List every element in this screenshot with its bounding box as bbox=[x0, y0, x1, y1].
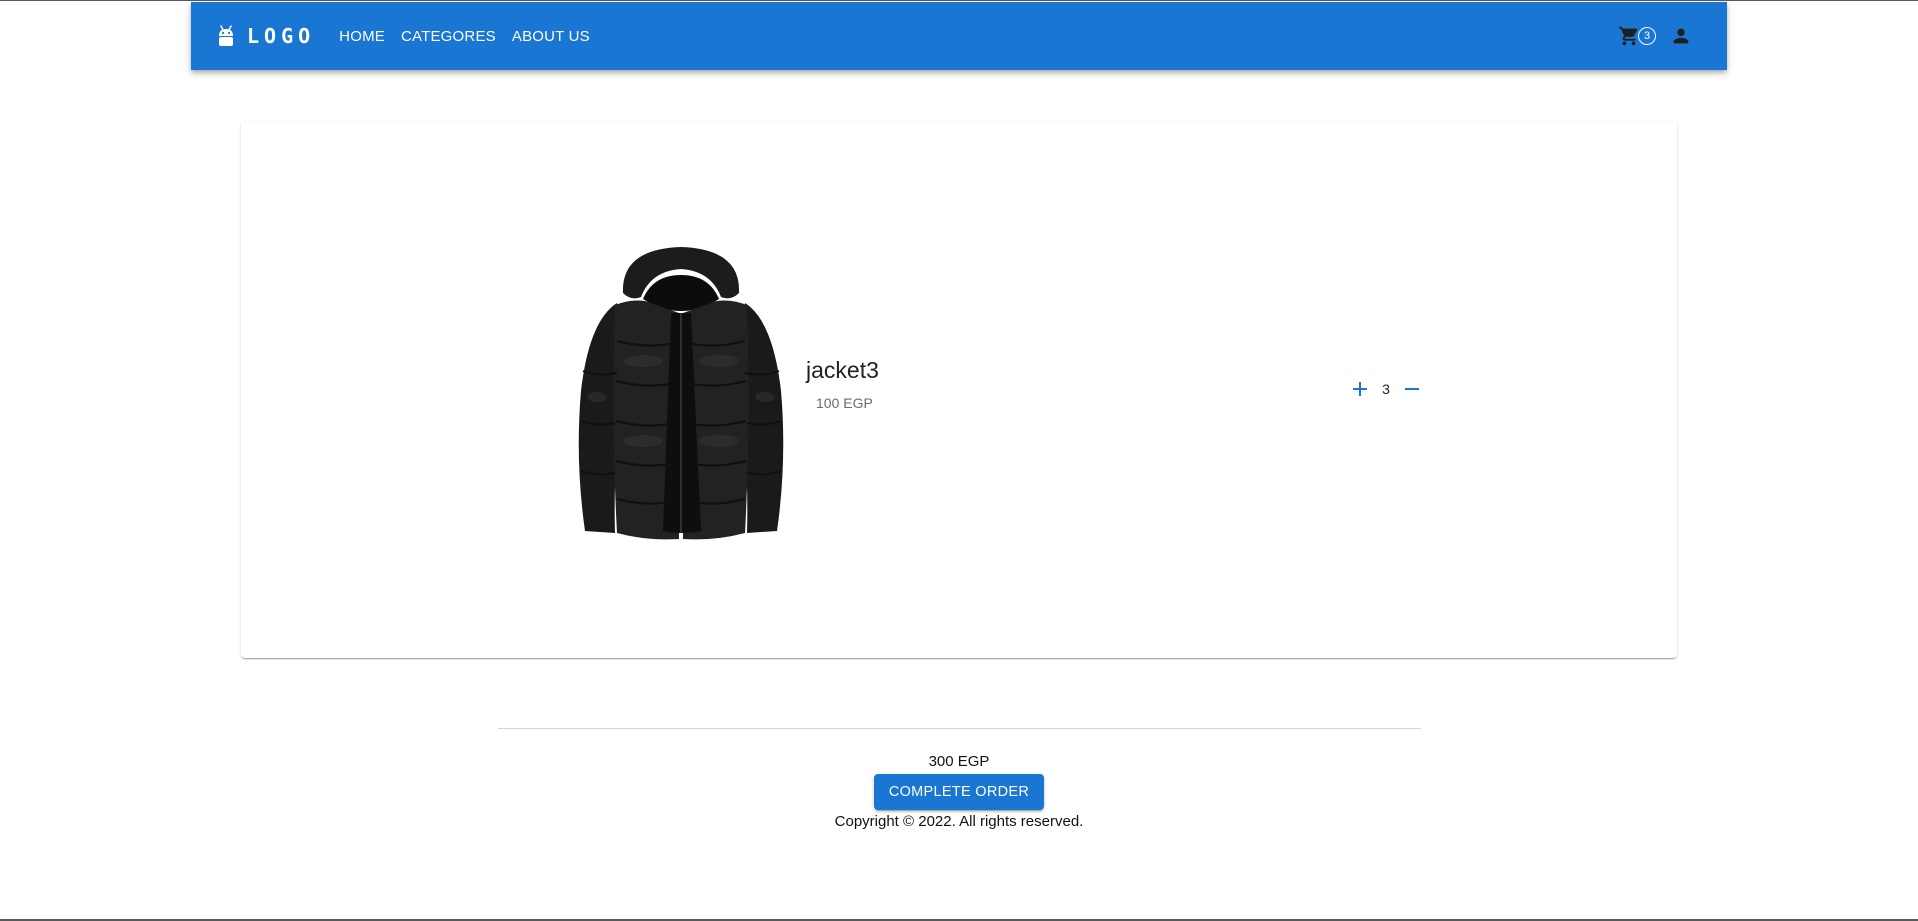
nav-home[interactable]: HOME bbox=[331, 22, 393, 51]
android-icon bbox=[217, 25, 235, 47]
copyright: Copyright © 2022. All rights reserved. bbox=[834, 813, 1084, 830]
logo-text: LOGO bbox=[247, 24, 316, 48]
page: LOGO HOME CATEGORES ABOUT US 3 jacket3 1… bbox=[0, 0, 1918, 921]
product-price: 100 EGP bbox=[816, 395, 873, 411]
quantity-stepper: 3 bbox=[1348, 377, 1424, 401]
product-name: jacket3 bbox=[806, 357, 879, 383]
cart-button[interactable]: 3 bbox=[1618, 25, 1656, 47]
main-nav: HOME CATEGORES ABOUT US bbox=[331, 22, 598, 51]
minus-icon[interactable] bbox=[1400, 377, 1424, 401]
order-total: 300 EGP bbox=[928, 753, 990, 770]
divider bbox=[498, 728, 1421, 729]
quantity-value: 3 bbox=[1382, 381, 1390, 397]
plus-icon[interactable] bbox=[1348, 377, 1372, 401]
nav-categories[interactable]: CATEGORES bbox=[393, 22, 504, 51]
cart-item-card: jacket3 100 EGP 3 bbox=[241, 121, 1677, 658]
nav-about-us[interactable]: ABOUT US bbox=[504, 22, 598, 51]
app-bar: LOGO HOME CATEGORES ABOUT US 3 bbox=[191, 2, 1727, 70]
app-bar-actions: 3 bbox=[1618, 25, 1692, 47]
person-icon[interactable] bbox=[1670, 25, 1692, 47]
cart-count-badge: 3 bbox=[1638, 27, 1656, 45]
complete-order-button[interactable]: COMPLETE ORDER bbox=[874, 774, 1044, 810]
logo[interactable]: LOGO bbox=[217, 24, 315, 48]
product-image bbox=[571, 241, 791, 541]
cart-icon bbox=[1618, 25, 1640, 47]
